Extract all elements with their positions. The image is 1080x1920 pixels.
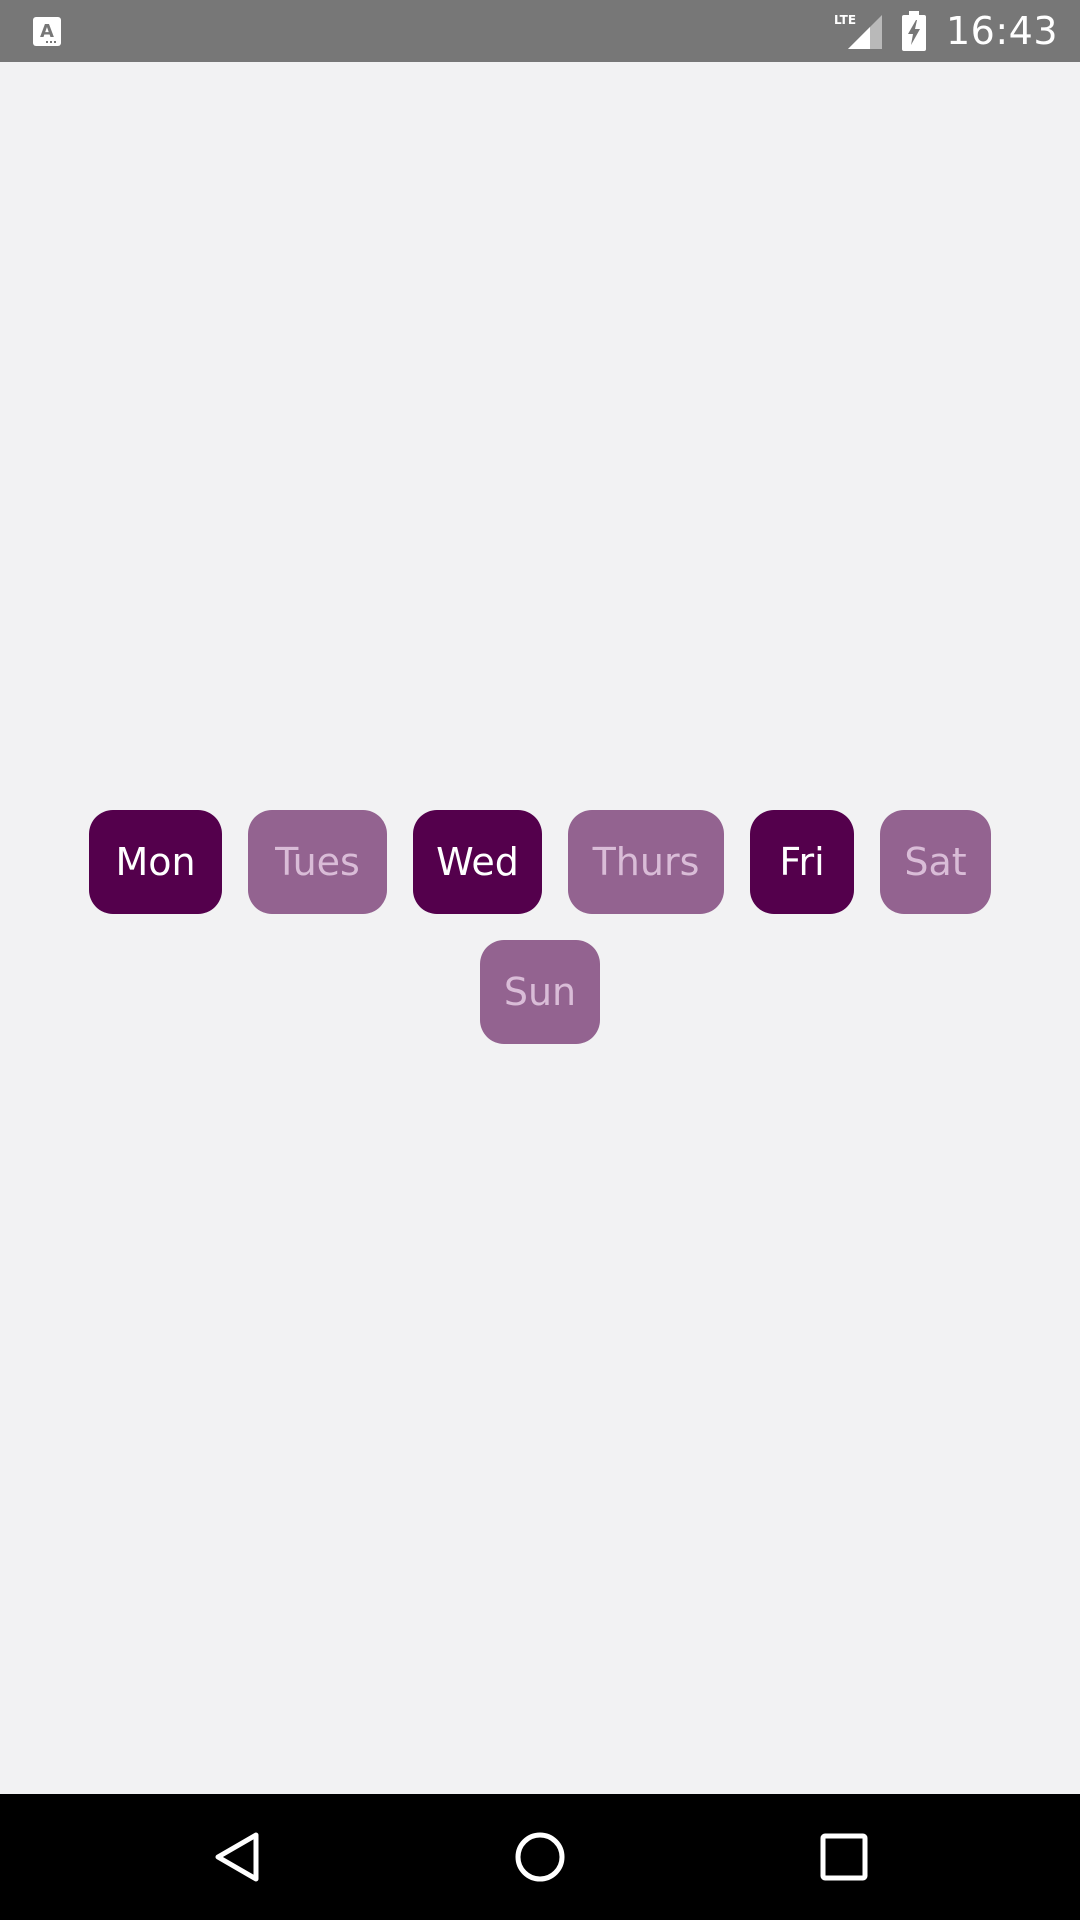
recents-icon[interactable] <box>816 1829 872 1885</box>
day-chip-wed[interactable]: Wed <box>413 810 542 914</box>
day-chip-label: Wed <box>436 840 519 884</box>
back-icon[interactable] <box>210 1829 266 1885</box>
day-chip-mon[interactable]: Mon <box>89 810 222 914</box>
svg-text:A: A <box>40 21 54 42</box>
day-chip-tues[interactable]: Tues <box>248 810 387 914</box>
battery-charging-icon <box>901 11 926 51</box>
lte-signal-icon: LTE <box>834 13 882 49</box>
navigation-bar <box>0 1794 1080 1920</box>
status-clock: 16:43 <box>945 9 1058 53</box>
home-icon[interactable] <box>512 1829 568 1885</box>
day-chip-group: Mon Tues Wed Thurs Fri Sat Sun <box>87 810 993 1044</box>
day-chip-thurs[interactable]: Thurs <box>568 810 724 914</box>
day-chip-label: Thurs <box>592 840 700 884</box>
status-icons: LTE 16:43 <box>834 0 1058 62</box>
day-chip-fri[interactable]: Fri <box>750 810 854 914</box>
day-chip-label: Sat <box>904 840 967 884</box>
text-recognition-icon: A <box>33 17 61 46</box>
day-chip-sat[interactable]: Sat <box>880 810 991 914</box>
day-chip-sun[interactable]: Sun <box>480 940 600 1044</box>
day-chip-label: Tues <box>275 840 360 884</box>
day-chip-label: Mon <box>115 840 196 884</box>
svg-text:LTE: LTE <box>834 13 856 27</box>
status-bar: A LTE 16:43 <box>0 0 1080 62</box>
day-chip-label: Fri <box>779 840 825 884</box>
day-chip-label: Sun <box>503 970 577 1014</box>
